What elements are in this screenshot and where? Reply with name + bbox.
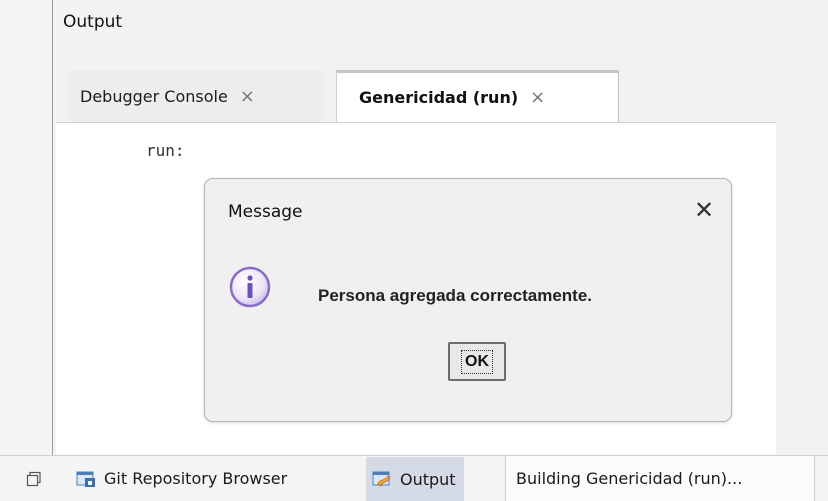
git-browser-icon — [76, 470, 96, 488]
tab-label: Genericidad (run) — [359, 88, 519, 107]
output-tab-strip: Debugger Console × Genericidad (run) × — [56, 62, 776, 122]
git-repository-browser-label: Git Repository Browser — [104, 469, 288, 488]
output-window-tab[interactable]: Output — [366, 457, 464, 501]
restore-window-icon — [26, 471, 41, 486]
close-icon[interactable]: ✕ — [689, 195, 719, 225]
close-icon[interactable]: × — [240, 86, 255, 107]
tab-label: Debugger Console — [80, 86, 228, 106]
message-dialog: Message ✕ Persona agregada correctamente… — [204, 178, 732, 422]
tab-debugger-console[interactable]: Debugger Console × — [68, 70, 324, 122]
ok-button-label: OK — [461, 349, 493, 374]
restore-window-button[interactable] — [22, 456, 46, 501]
output-window-icon — [372, 470, 392, 488]
build-status[interactable]: Building Genericidad (run)... — [505, 456, 815, 501]
left-gutter — [0, 0, 52, 455]
tab-genericidad-run[interactable]: Genericidad (run) × — [336, 70, 619, 122]
output-panel-title: Output — [63, 12, 123, 32]
info-icon — [228, 265, 272, 309]
git-repository-browser-tab[interactable]: Git Repository Browser — [76, 456, 287, 501]
close-icon[interactable]: × — [530, 87, 545, 108]
console-line: run: — [146, 141, 185, 160]
output-window-label: Output — [400, 469, 456, 489]
build-status-label: Building Genericidad (run)... — [516, 469, 743, 488]
ok-button[interactable]: OK — [448, 342, 506, 381]
dialog-message: Persona agregada correctamente. — [318, 286, 593, 305]
bottom-window-bar: Git Repository Browser Output Building G… — [0, 455, 828, 501]
dialog-title: Message — [228, 202, 303, 222]
